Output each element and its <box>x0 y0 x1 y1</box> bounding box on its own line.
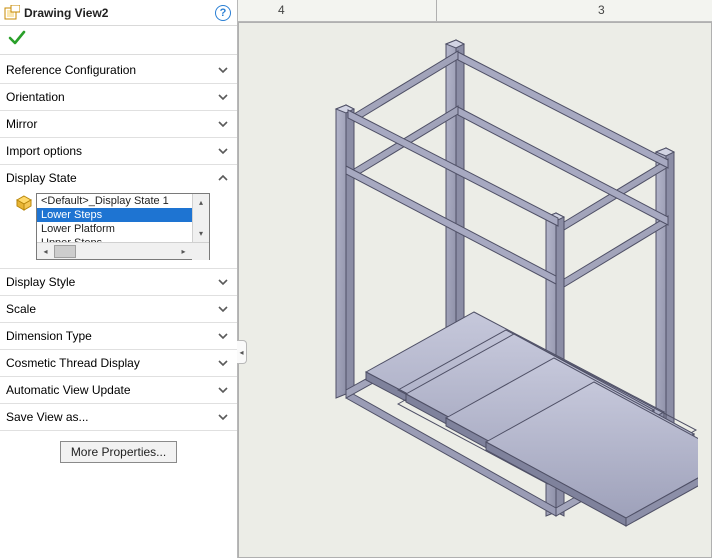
horizontal-ruler: 4 3 <box>238 0 712 22</box>
chevron-down-icon <box>217 118 229 130</box>
section-reference-header[interactable]: Reference Configuration <box>0 57 237 83</box>
scroll-up-icon[interactable]: ▴ <box>193 194 209 211</box>
panel-title: Drawing View2 <box>24 6 215 20</box>
section-reference: Reference Configuration <box>0 57 237 84</box>
section-auto-update-header[interactable]: Automatic View Update <box>0 377 237 403</box>
confirm-row <box>0 26 237 54</box>
scroll-thumb[interactable] <box>54 245 76 258</box>
section-scale: Scale <box>0 296 237 323</box>
scroll-left-icon[interactable]: ◂ <box>37 247 54 256</box>
chevron-down-icon <box>217 384 229 396</box>
section-display-style: Display Style <box>0 269 237 296</box>
chevron-down-icon <box>217 145 229 157</box>
panel-body: Reference Configuration Orientation Mirr… <box>0 54 237 558</box>
section-scale-header[interactable]: Scale <box>0 296 237 322</box>
panel-header: Drawing View2 ? <box>0 0 237 26</box>
section-mirror-header[interactable]: Mirror <box>0 111 237 137</box>
more-properties-button[interactable]: More Properties... <box>60 441 177 463</box>
horizontal-scrollbar[interactable]: ◂ ▸ <box>37 242 209 259</box>
ruler-mark-3: 3 <box>598 3 605 17</box>
drawing-canvas[interactable]: 4 3 ◂ <box>238 0 712 558</box>
chevron-down-icon <box>217 276 229 288</box>
section-cosmetic: Cosmetic Thread Display <box>0 350 237 377</box>
app-root: Drawing View2 ? Reference Configuration … <box>0 0 712 558</box>
display-state-body: <Default>_Display State 1Lower StepsLowe… <box>0 191 237 268</box>
help-icon[interactable]: ? <box>215 5 231 21</box>
section-display-state-header[interactable]: Display State <box>0 165 237 191</box>
section-import-header[interactable]: Import options <box>0 138 237 164</box>
section-save-as: Save View as... <box>0 404 237 431</box>
more-properties-row: More Properties... <box>0 431 237 473</box>
chevron-down-icon <box>217 411 229 423</box>
section-orientation-header[interactable]: Orientation <box>0 84 237 110</box>
chevron-down-icon <box>217 303 229 315</box>
property-panel: Drawing View2 ? Reference Configuration … <box>0 0 238 558</box>
chevron-up-icon <box>217 172 229 184</box>
chevron-down-icon <box>217 330 229 342</box>
chevron-down-icon <box>217 64 229 76</box>
vertical-scrollbar[interactable]: ▴ ▾ <box>192 194 209 242</box>
display-state-icon <box>16 195 32 211</box>
scroll-right-icon[interactable]: ▸ <box>175 247 192 256</box>
scroll-down-icon[interactable]: ▾ <box>193 225 209 242</box>
section-save-as-header[interactable]: Save View as... <box>0 404 237 430</box>
ruler-divider <box>436 0 437 21</box>
section-cosmetic-header[interactable]: Cosmetic Thread Display <box>0 350 237 376</box>
panel-collapse-grip[interactable]: ◂ <box>237 340 247 364</box>
section-dimension: Dimension Type <box>0 323 237 350</box>
chevron-down-icon <box>217 357 229 369</box>
display-state-item[interactable]: Upper Steps <box>37 236 192 242</box>
chevron-down-icon <box>217 91 229 103</box>
section-mirror: Mirror <box>0 111 237 138</box>
section-dimension-header[interactable]: Dimension Type <box>0 323 237 349</box>
model-view[interactable] <box>298 34 698 549</box>
section-orientation: Orientation <box>0 84 237 111</box>
ok-check-icon[interactable] <box>8 29 26 52</box>
section-auto-update: Automatic View Update <box>0 377 237 404</box>
display-state-item[interactable]: Lower Platform <box>37 222 192 236</box>
drawing-view-icon <box>4 5 20 21</box>
section-display-style-header[interactable]: Display Style <box>0 269 237 295</box>
display-state-item[interactable]: Lower Steps <box>37 208 192 222</box>
display-state-item[interactable]: <Default>_Display State 1 <box>37 194 192 208</box>
section-display-state: Display State <Default>_Display State 1L… <box>0 165 237 269</box>
section-import: Import options <box>0 138 237 165</box>
display-state-listbox[interactable]: <Default>_Display State 1Lower StepsLowe… <box>36 193 210 260</box>
ruler-mark-4: 4 <box>278 3 285 17</box>
